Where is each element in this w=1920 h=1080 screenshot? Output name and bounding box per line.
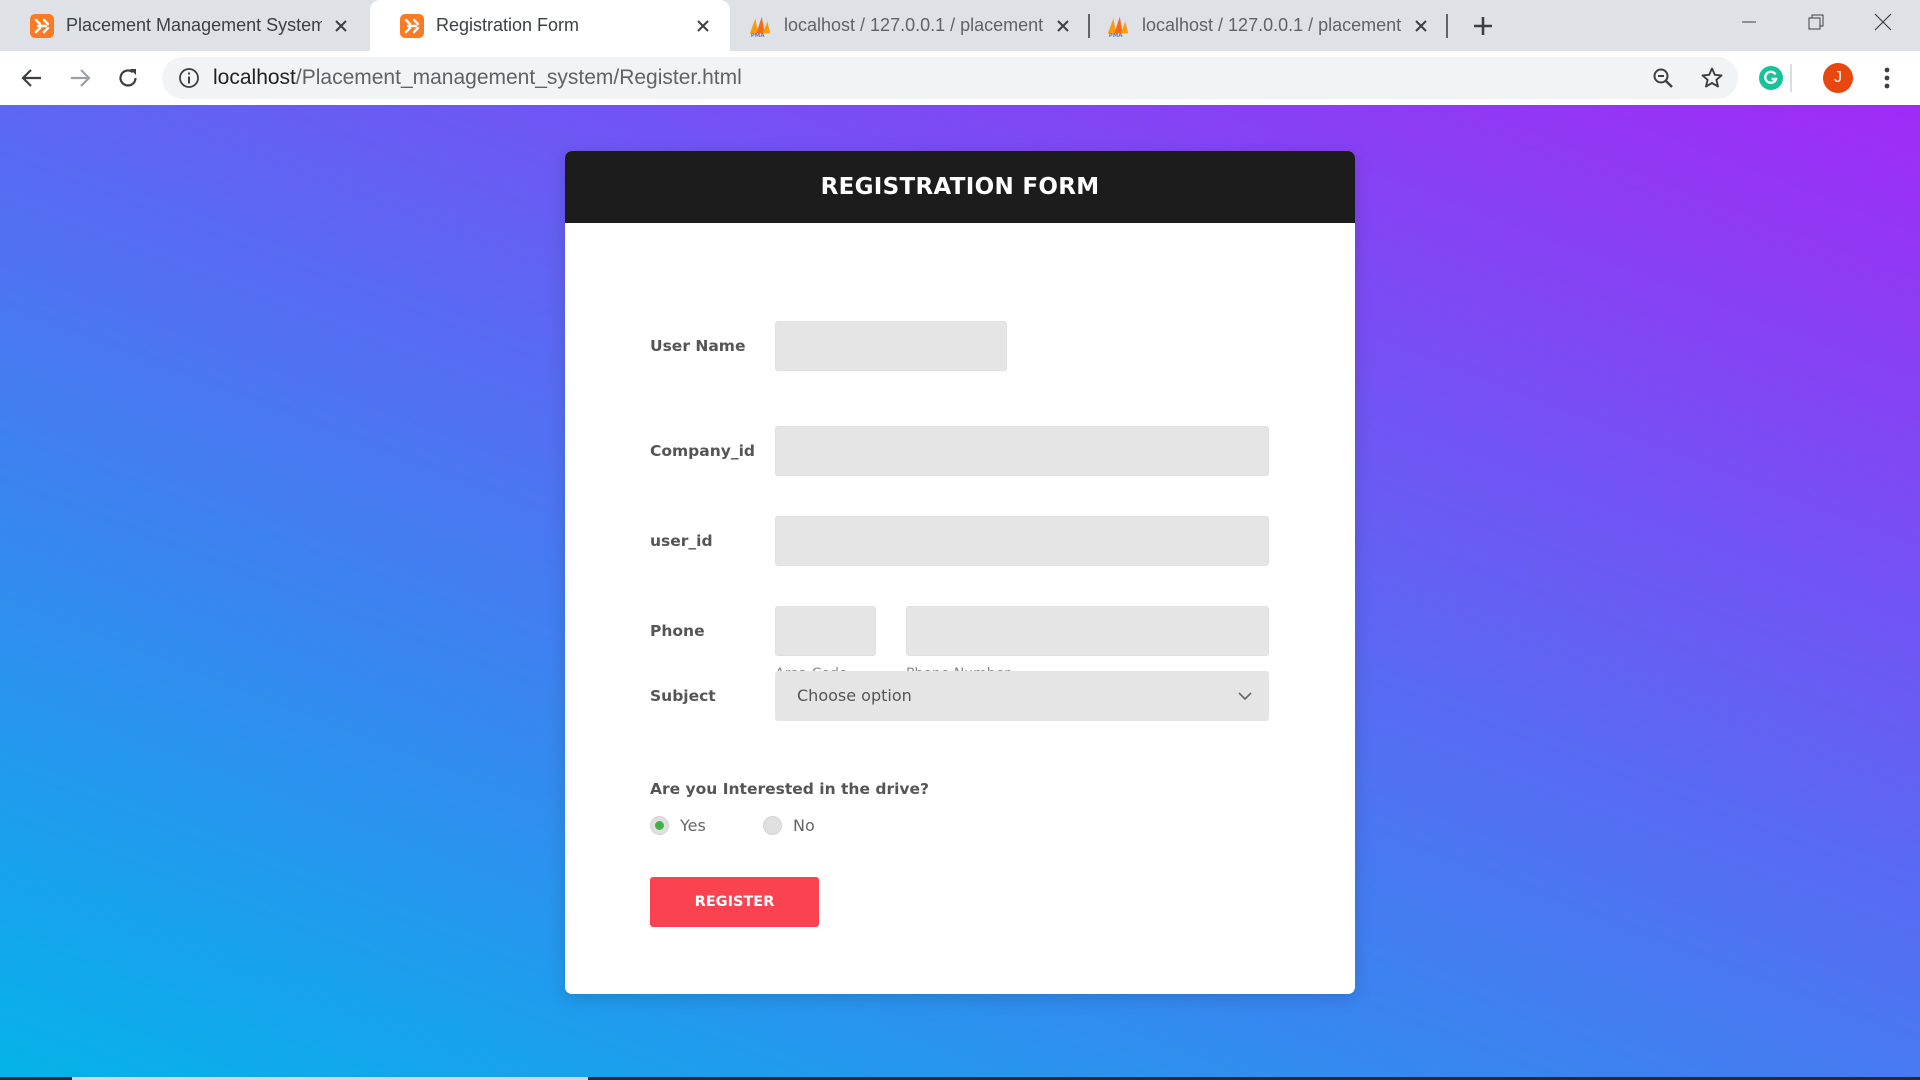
address-bar[interactable]: localhost/Placement_management_system/Re… — [162, 57, 1738, 99]
tab-title: localhost / 127.0.0.1 / placement — [784, 15, 1044, 35]
user-id-label: user_id — [650, 532, 713, 550]
tab-title: Placement Management System — [66, 15, 322, 35]
radio-yes-indicator[interactable] — [650, 816, 669, 835]
area-code-field[interactable] — [775, 606, 876, 656]
area-code-input[interactable] — [776, 607, 875, 655]
page-background: REGISTRATION FORM User Name Company_id u… — [0, 105, 1920, 1080]
radio-no-indicator[interactable] — [763, 816, 782, 835]
company-id-input[interactable] — [776, 427, 1268, 475]
close-icon[interactable] — [1408, 13, 1434, 39]
bookmark-star-icon[interactable] — [1697, 63, 1727, 93]
info-icon[interactable] — [174, 63, 204, 93]
new-tab-button[interactable] — [1466, 9, 1500, 43]
url-text[interactable]: localhost/Placement_management_system/Re… — [213, 57, 742, 99]
username-label: User Name — [650, 337, 746, 355]
minimize-button[interactable] — [1716, 0, 1782, 44]
user-id-input[interactable] — [776, 517, 1268, 565]
profile-initial: J — [1834, 69, 1842, 86]
forward-button[interactable] — [62, 60, 98, 96]
browser-toolbar: localhost/Placement_management_system/Re… — [0, 51, 1920, 105]
phone-number-field[interactable] — [906, 606, 1269, 656]
url-path: /Placement_management_system/Register.ht… — [295, 66, 742, 89]
username-input[interactable] — [776, 322, 1006, 370]
username-field[interactable] — [775, 321, 1007, 371]
profile-avatar[interactable]: J — [1820, 60, 1856, 96]
form-title: REGISTRATION FORM — [820, 174, 1100, 200]
url-host: localhost — [213, 66, 296, 89]
tab-separator — [1446, 14, 1448, 38]
tab-registration-form[interactable]: Registration Form — [370, 0, 730, 51]
close-window-button[interactable] — [1850, 0, 1916, 44]
radio-no-label: No — [793, 816, 815, 835]
menu-kebab-icon[interactable] — [1869, 60, 1905, 96]
close-icon[interactable] — [690, 13, 716, 39]
company-id-field[interactable] — [775, 426, 1269, 476]
tab-title: Registration Form — [436, 15, 580, 35]
tab-placement-management-system[interactable]: Placement Management System — [0, 0, 368, 51]
toolbar-divider — [1790, 64, 1792, 92]
subject-label: Subject — [650, 687, 716, 705]
xampp-icon — [30, 13, 54, 38]
card-header: REGISTRATION FORM — [565, 151, 1355, 223]
radio-yes-label: Yes — [680, 816, 706, 835]
svg-text:PMA: PMA — [751, 33, 766, 38]
phpmyadmin-icon: PMA — [1106, 14, 1130, 38]
close-icon[interactable] — [1050, 13, 1076, 39]
user-id-field[interactable] — [775, 516, 1269, 566]
grammarly-extension-icon[interactable] — [1753, 60, 1789, 96]
radio-yes[interactable]: Yes — [650, 816, 706, 835]
phone-label: Phone — [650, 622, 705, 640]
zoom-icon[interactable] — [1648, 63, 1678, 93]
phpmyadmin-icon: PMA — [748, 14, 772, 38]
drive-question: Are you Interested in the drive? — [650, 780, 930, 798]
tab-phpmyadmin-2[interactable]: PMA localhost / 127.0.0.1 / placement — [1090, 0, 1448, 51]
company-id-label: Company_id — [650, 442, 756, 460]
phone-number-input[interactable] — [907, 607, 1268, 655]
subject-select[interactable]: Choose option — [775, 671, 1269, 721]
registration-card: REGISTRATION FORM User Name Company_id u… — [565, 151, 1355, 994]
tab-phpmyadmin-1[interactable]: PMA localhost / 127.0.0.1 / placement — [732, 0, 1090, 51]
svg-text:PMA: PMA — [1109, 33, 1124, 38]
radio-no[interactable]: No — [763, 816, 815, 835]
close-icon[interactable] — [328, 13, 354, 39]
xampp-icon — [400, 13, 424, 38]
tab-title: localhost / 127.0.0.1 / placement — [1142, 15, 1402, 35]
restore-button[interactable] — [1783, 0, 1849, 44]
register-button-label: REGISTER — [694, 894, 775, 910]
register-button[interactable]: REGISTER — [650, 877, 819, 927]
chevron-down-icon — [1237, 688, 1253, 704]
reload-button[interactable] — [110, 60, 146, 96]
subject-selected-value: Choose option — [797, 686, 912, 705]
tab-strip: Placement Management System Registration… — [0, 0, 1920, 51]
back-button[interactable] — [14, 60, 50, 96]
